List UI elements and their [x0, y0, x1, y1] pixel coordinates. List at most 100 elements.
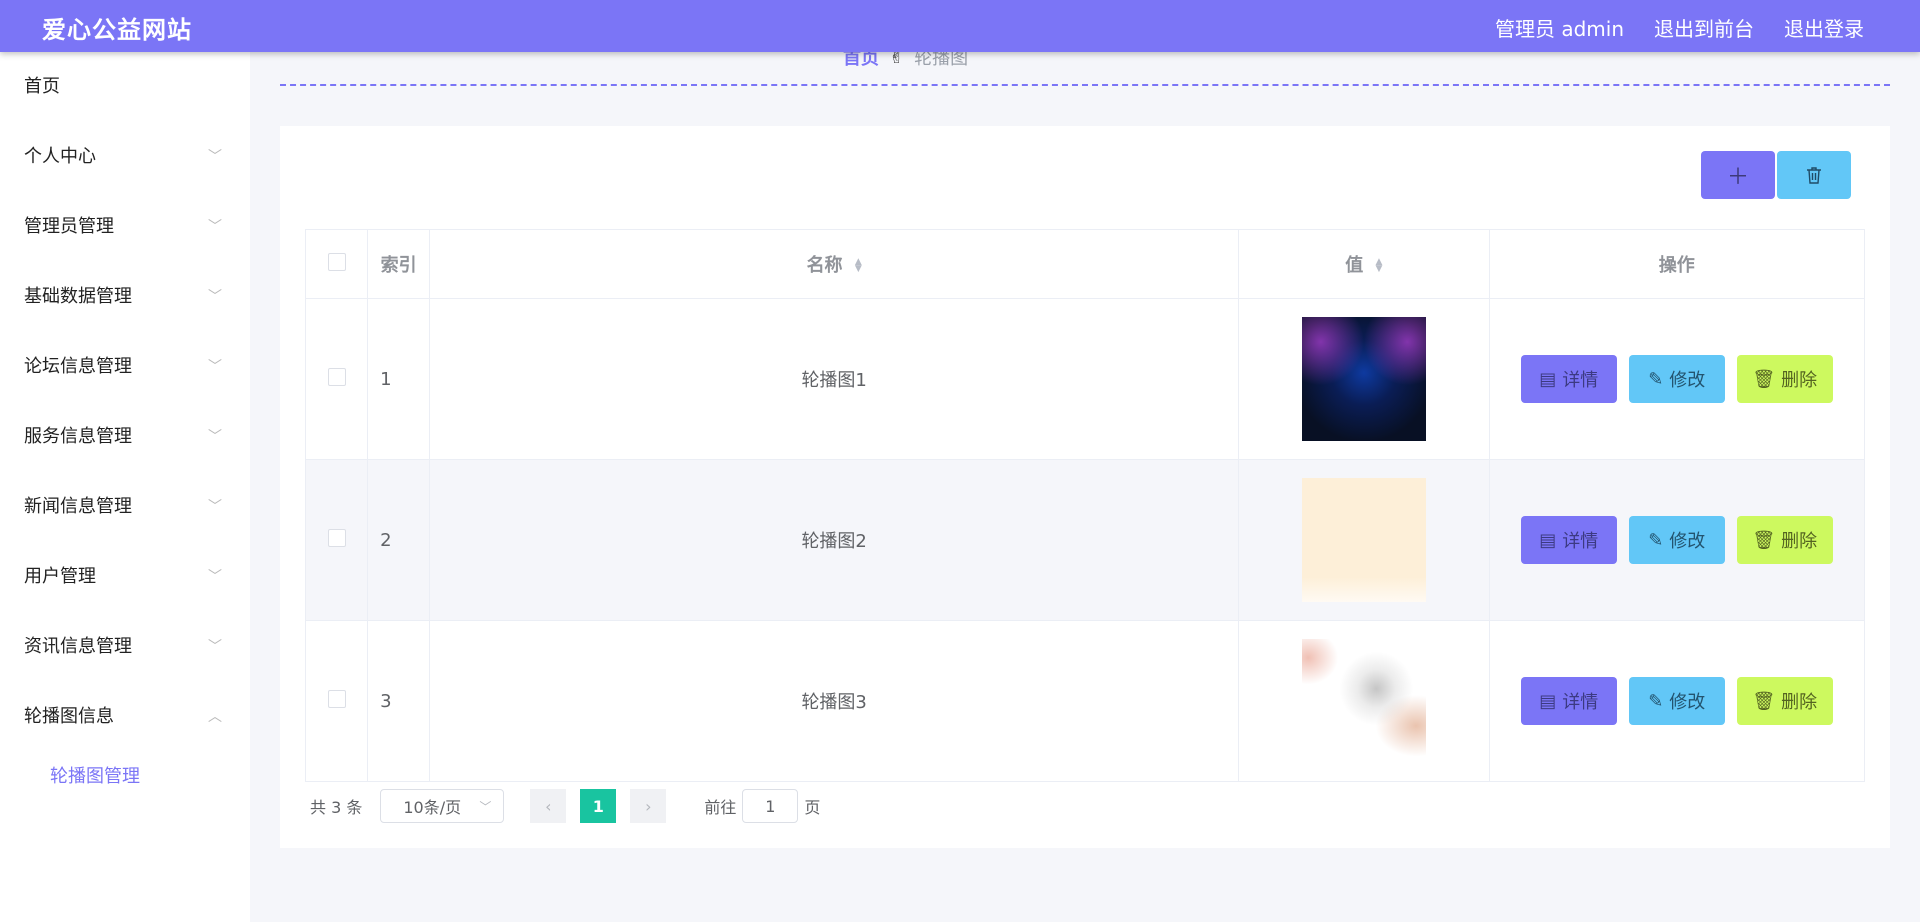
carousel-thumbnail-cream[interactable]: [1301, 478, 1426, 602]
table-row: 3 轮播图3 ▤ 详情 ✎ 修改 🗑 删除: [304, 620, 1865, 782]
top-bar: 爱心公益网站 管理员 admin 退出到前台 退出登录: [0, 0, 1920, 52]
total-count: 共 3 条: [310, 798, 363, 817]
document-icon: ▤: [1539, 690, 1557, 712]
chevron-up-icon: ︿: [208, 709, 222, 725]
sidebar-item-label: 基础数据管理: [24, 286, 132, 307]
table-row: 1 轮播图1 ▤ 详情 ✎ 修改 🗑 删除: [304, 298, 1865, 460]
page-size-select[interactable]: 10条/页 ﹀: [380, 789, 505, 823]
chevron-down-icon: ﹀: [208, 149, 222, 165]
sidebar-item-label: 服务信息管理: [24, 426, 132, 447]
delete-button-label: 删除: [1781, 531, 1818, 552]
row-checkbox[interactable]: [327, 528, 346, 547]
detail-button-label: 详情: [1562, 531, 1599, 552]
row-index: 1: [367, 298, 431, 460]
column-header-index: 索引: [367, 229, 431, 299]
sidebar-item-label: 论坛信息管理: [24, 356, 132, 377]
delete-button-label: 删除: [1781, 692, 1818, 713]
trash-icon: [1807, 167, 1821, 184]
delete-button[interactable]: 🗑 删除: [1736, 516, 1833, 564]
sidebar-subitem-carousel-management[interactable]: 轮播图管理: [0, 752, 250, 802]
detail-button[interactable]: ▤ 详情: [1520, 516, 1617, 564]
document-icon: ▤: [1539, 529, 1557, 551]
sidebar-item-basic-data[interactable]: 基础数据管理 ﹀: [0, 262, 250, 332]
sidebar-item-forum[interactable]: 论坛信息管理 ﹀: [0, 332, 250, 402]
table-header-row: 索引 名称 ▲ ▼ 值 ▲ ▼ 操作: [304, 229, 1865, 299]
chevron-down-icon: ﹀: [479, 799, 492, 814]
goto-page-input[interactable]: [742, 789, 799, 823]
carousel-thumbnail-dark-blue[interactable]: [1301, 317, 1426, 441]
column-header-name-label: 名称: [806, 255, 843, 276]
delete-button-label: 删除: [1781, 370, 1818, 391]
sort-icon[interactable]: ▲ ▼: [855, 258, 862, 274]
page-suffix: 页: [804, 798, 821, 817]
chevron-down-icon: ﹀: [208, 639, 222, 655]
sidebar-item-news[interactable]: 新闻信息管理 ﹀: [0, 472, 250, 542]
row-index: 3: [367, 620, 431, 782]
column-header-value-label: 值: [1345, 255, 1364, 276]
sidebar-item-personal-center[interactable]: 个人中心 ﹀: [0, 122, 250, 192]
trash-icon: 🗑: [1752, 529, 1776, 551]
detail-button[interactable]: ▤ 详情: [1520, 355, 1617, 403]
edit-button[interactable]: ✎ 修改: [1628, 516, 1725, 564]
row-actions: ▤ 详情 ✎ 修改 🗑 删除: [1488, 459, 1865, 621]
row-value-cell: [1238, 298, 1490, 460]
edit-button-label: 修改: [1669, 692, 1706, 713]
sidebar-item-home[interactable]: 首页: [0, 52, 250, 122]
sidebar-item-admin-management[interactable]: 管理员管理 ﹀: [0, 192, 250, 262]
sidebar-item-label: 资讯信息管理: [24, 636, 132, 657]
edit-button-label: 修改: [1669, 370, 1706, 391]
chevron-left-icon: ‹: [545, 796, 552, 816]
sidebar-item-label: 轮播图信息: [24, 706, 114, 727]
row-name: 轮播图2: [429, 459, 1240, 621]
pagination: 共 3 条 10条/页 ﹀ ‹ 1 › 前往 页: [310, 789, 820, 823]
exit-to-front-link[interactable]: 退出到前台: [1654, 13, 1754, 42]
row-index: 2: [367, 459, 431, 621]
row-name: 轮播图3: [429, 620, 1240, 782]
chevron-down-icon: ﹀: [208, 569, 222, 585]
content-card: ＋ 索引 名称 ▲ ▼ 值 ▲ ▼ 操作 1 轮播图1 ▤ 详情 ✎ 修改 🗑 …: [280, 126, 1890, 848]
page-size-value: 10条/页: [403, 798, 462, 817]
detail-button[interactable]: ▤ 详情: [1520, 677, 1617, 725]
column-header-value[interactable]: 值 ▲ ▼: [1238, 229, 1490, 299]
chevron-down-icon: ﹀: [208, 499, 222, 515]
sidebar-item-label: 个人中心: [24, 146, 96, 167]
logout-link[interactable]: 退出登录: [1784, 13, 1864, 42]
table-row: 2 轮播图2 ▤ 详情 ✎ 修改 🗑 删除: [304, 459, 1865, 621]
delete-button[interactable]: 🗑 删除: [1736, 355, 1833, 403]
pencil-icon: ✎: [1648, 368, 1664, 390]
row-checkbox[interactable]: [327, 689, 346, 708]
sidebar-item-label: 新闻信息管理: [24, 496, 132, 517]
next-page-button[interactable]: ›: [630, 789, 667, 823]
sidebar: 首页 个人中心 ﹀ 管理员管理 ﹀ 基础数据管理 ﹀ 论坛信息管理 ﹀ 服务信息…: [0, 52, 250, 922]
add-button[interactable]: ＋: [1701, 151, 1775, 199]
edit-button[interactable]: ✎ 修改: [1628, 355, 1725, 403]
trash-icon: 🗑: [1752, 690, 1776, 712]
sort-icon[interactable]: ▲ ▼: [1376, 258, 1383, 274]
sidebar-item-service[interactable]: 服务信息管理 ﹀: [0, 402, 250, 472]
column-header-name[interactable]: 名称 ▲ ▼: [429, 229, 1240, 299]
sidebar-item-carousel[interactable]: 轮播图信息 ︿: [0, 682, 250, 752]
site-title: 爱心公益网站: [42, 16, 192, 44]
data-table: 索引 名称 ▲ ▼ 值 ▲ ▼ 操作 1 轮播图1 ▤ 详情 ✎ 修改 🗑 删除…: [304, 229, 1865, 782]
chevron-down-icon: ﹀: [208, 289, 222, 305]
edit-button-label: 修改: [1669, 531, 1706, 552]
batch-delete-button[interactable]: [1777, 151, 1851, 199]
carousel-thumbnail-white-swirl[interactable]: [1301, 639, 1426, 763]
column-header-actions: 操作: [1488, 229, 1865, 299]
delete-button[interactable]: 🗑 删除: [1736, 677, 1833, 725]
row-name: 轮播图1: [429, 298, 1240, 460]
sidebar-item-info[interactable]: 资讯信息管理 ﹀: [0, 612, 250, 682]
edit-button[interactable]: ✎ 修改: [1628, 677, 1725, 725]
sidebar-item-label: 管理员管理: [24, 216, 114, 237]
select-all-checkbox[interactable]: [327, 252, 346, 271]
sidebar-item-users[interactable]: 用户管理 ﹀: [0, 542, 250, 612]
pencil-icon: ✎: [1648, 529, 1664, 551]
sidebar-item-label: 用户管理: [24, 566, 96, 587]
page-number-button[interactable]: 1: [580, 789, 617, 823]
sidebar-item-label: 首页: [24, 76, 60, 97]
goto-label: 前往: [704, 798, 737, 817]
row-checkbox[interactable]: [327, 367, 346, 386]
chevron-down-icon: ﹀: [208, 429, 222, 445]
admin-user-label[interactable]: 管理员 admin: [1495, 13, 1624, 42]
prev-page-button[interactable]: ‹: [530, 789, 567, 823]
